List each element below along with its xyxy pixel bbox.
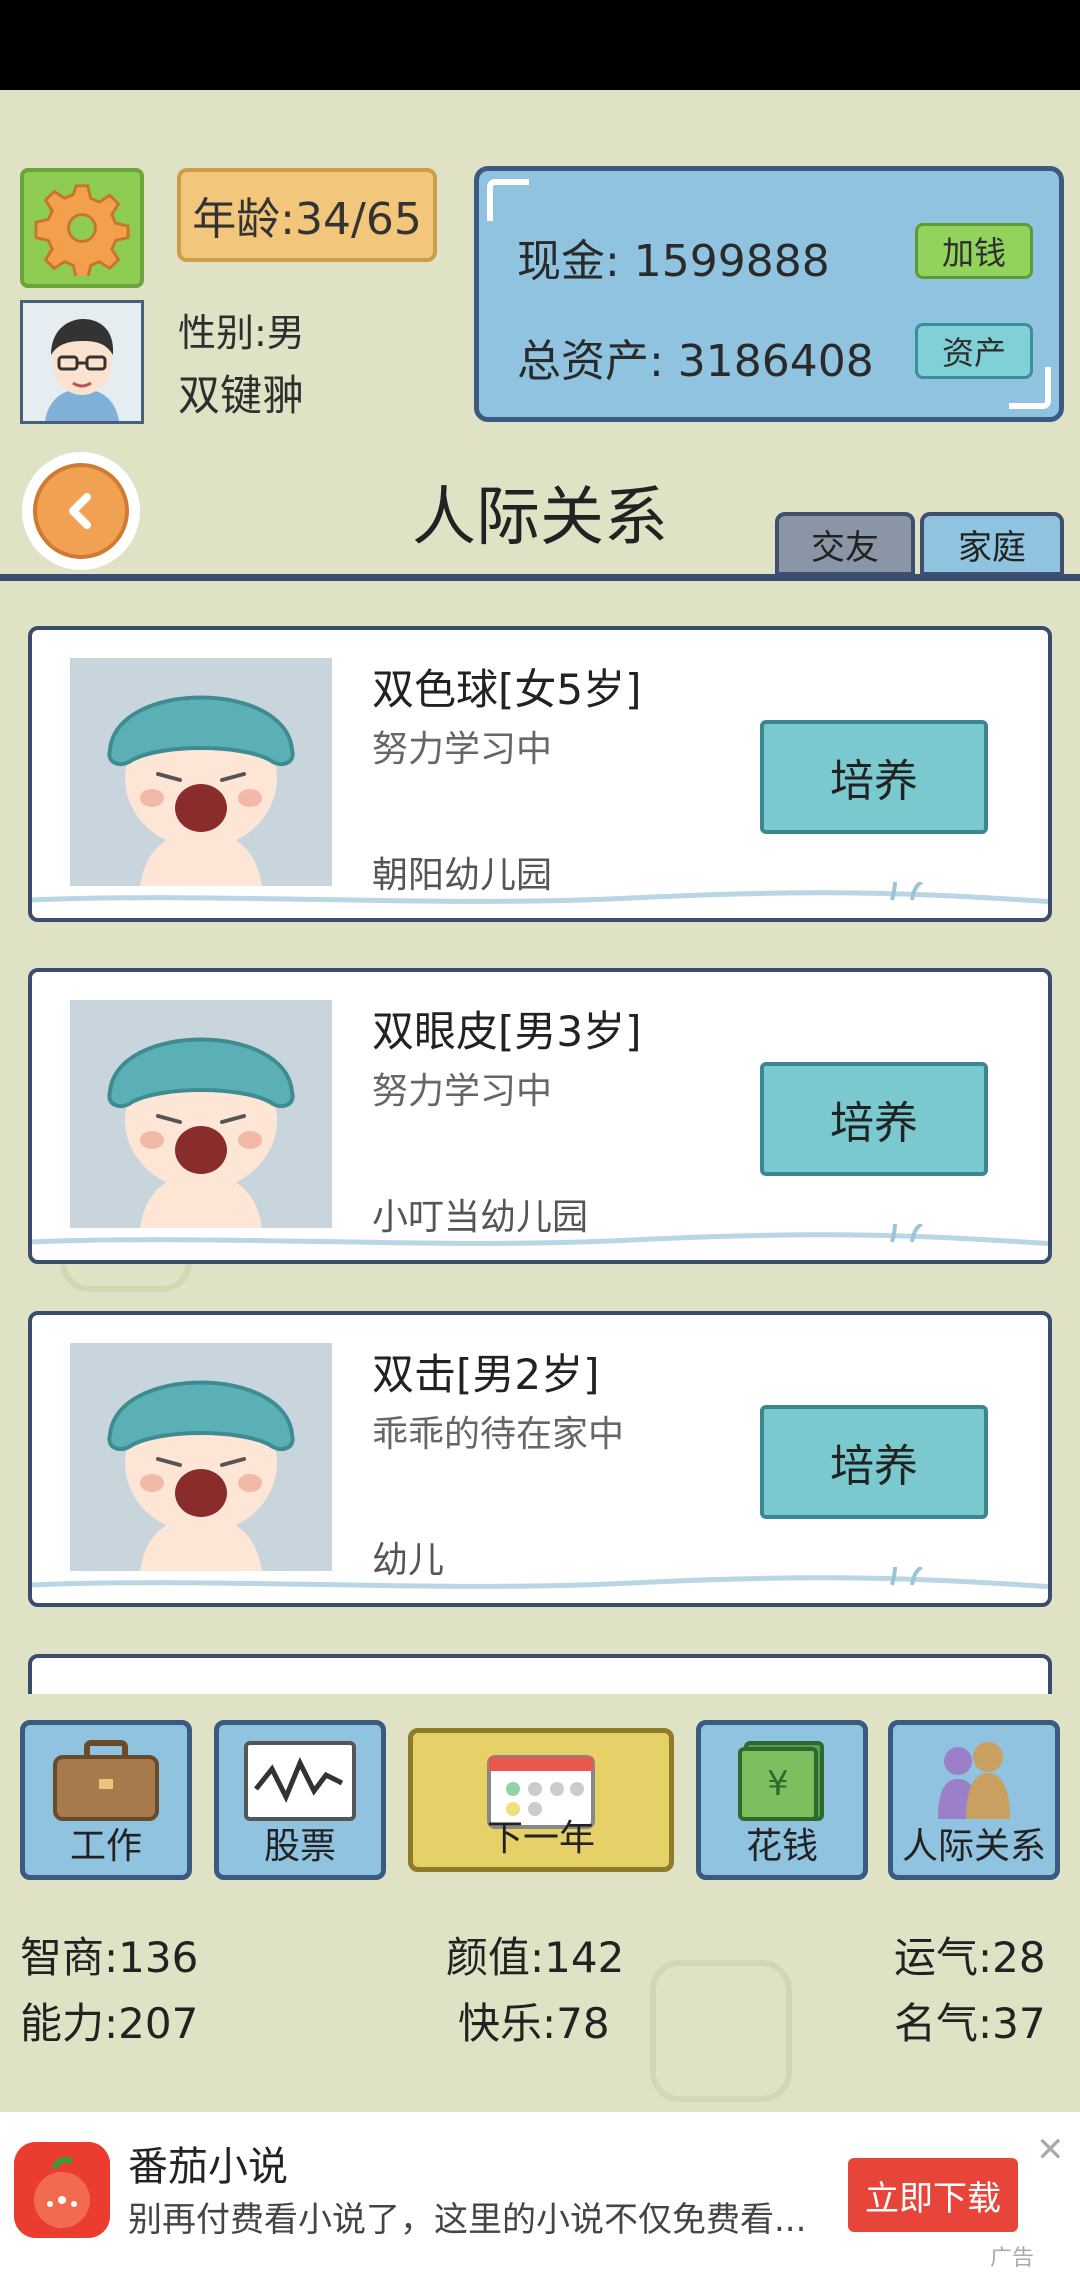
total-assets-label: 总资产: 3186408 xyxy=(517,336,874,387)
child-portrait xyxy=(70,1343,332,1571)
settings-button[interactable] xyxy=(20,168,144,288)
nav-spend[interactable]: ¥ 花钱 xyxy=(696,1720,868,1880)
crying-baby-icon xyxy=(70,1000,332,1228)
svg-text:¥: ¥ xyxy=(767,1764,789,1804)
ad-download-button[interactable]: 立即下载 xyxy=(848,2158,1018,2232)
ad-tag: 广告 xyxy=(990,2246,1035,2271)
nav-next-year[interactable]: 下一年 xyxy=(408,1728,674,1872)
status-bar xyxy=(0,0,1080,90)
child-card: 双色球[女5岁] 努力学习中 朝阳幼儿园 培养 xyxy=(28,626,1052,922)
stat-fame: 名气:37 xyxy=(894,1999,1046,2048)
child-name: 双眼皮[男3岁] xyxy=(372,1007,642,1056)
stat-happiness: 快乐:78 xyxy=(458,1999,610,2048)
train-button[interactable]: 培养 xyxy=(760,1062,988,1176)
nav-stocks[interactable]: 股票 xyxy=(214,1720,386,1880)
child-card-partial xyxy=(28,1654,1052,1694)
money-icon: ¥ xyxy=(738,1741,824,1821)
card-wave-decoration xyxy=(32,882,1048,904)
stock-chart-icon xyxy=(244,1741,356,1821)
stat-luck: 运气:28 xyxy=(894,1933,1046,1982)
child-status: 努力学习中 xyxy=(372,729,553,770)
card-wave-decoration xyxy=(32,1224,1048,1246)
card-wave-decoration xyxy=(32,1567,1048,1589)
add-money-button[interactable]: 加钱 xyxy=(915,223,1033,279)
nav-label: 人际关系 xyxy=(901,1826,1046,1867)
stat-ability: 能力:207 xyxy=(20,1999,199,2048)
train-button[interactable]: 培养 xyxy=(760,720,988,834)
nav-label: 花钱 xyxy=(745,1826,818,1867)
money-panel: 现金: 1599888 加钱 总资产: 3186408 资产 xyxy=(474,166,1064,422)
player-name: 双键翀 xyxy=(178,371,305,420)
nav-label: 股票 xyxy=(263,1826,336,1867)
child-portrait xyxy=(70,1000,332,1228)
assets-button[interactable]: 资产 xyxy=(915,323,1033,379)
tab-family[interactable]: 家庭 xyxy=(920,512,1064,576)
gear-icon xyxy=(34,184,130,276)
child-name: 双色球[女5岁] xyxy=(372,665,642,714)
crying-baby-icon xyxy=(70,658,332,886)
gender-label: 性别:男 xyxy=(178,311,305,355)
ad-banner[interactable]: 番茄小说 别再付费看小说了，这里的小说不仅免费看... 立即下载 ✕ 广告 xyxy=(0,2112,1080,2280)
cash-label: 现金: 1599888 xyxy=(517,236,830,287)
panel-corner xyxy=(487,179,529,221)
nav-relationships[interactable]: 人际关系 xyxy=(888,1720,1060,1880)
child-name: 双击[男2岁] xyxy=(372,1350,600,1399)
close-icon[interactable]: ✕ xyxy=(1036,2130,1065,2170)
stat-looks: 颜值:142 xyxy=(446,1933,625,1982)
child-card: 双眼皮[男3岁] 努力学习中 小叮当幼儿园 培养 xyxy=(28,968,1052,1264)
header-divider xyxy=(0,574,1080,581)
tab-friends[interactable]: 交友 xyxy=(775,512,915,576)
train-button[interactable]: 培养 xyxy=(760,1405,988,1519)
child-portrait xyxy=(70,658,332,886)
ad-description: 别再付费看小说了，这里的小说不仅免费看... xyxy=(128,2200,807,2240)
stat-iq: 智商:136 xyxy=(20,1933,199,1982)
child-status: 乖乖的待在家中 xyxy=(372,1414,625,1455)
background-doodle xyxy=(650,1960,792,2102)
child-status: 努力学习中 xyxy=(372,1071,553,1112)
ad-title: 番茄小说 xyxy=(128,2144,288,2190)
age-display: 年龄:34/65 xyxy=(177,168,437,262)
briefcase-icon xyxy=(53,1740,159,1821)
crying-baby-icon xyxy=(70,1343,332,1571)
app-logo-icon xyxy=(14,2142,110,2238)
nav-label: 下一年 xyxy=(486,1818,595,1859)
nav-work[interactable]: 工作 xyxy=(20,1720,192,1880)
people-icon xyxy=(938,1742,1010,1819)
avatar-face-icon xyxy=(23,303,141,421)
nav-label: 工作 xyxy=(69,1826,142,1867)
player-avatar[interactable] xyxy=(20,300,144,424)
page-title: 人际关系 xyxy=(412,481,668,555)
child-card: 双击[男2岁] 乖乖的待在家中 幼儿 培养 xyxy=(28,1311,1052,1607)
